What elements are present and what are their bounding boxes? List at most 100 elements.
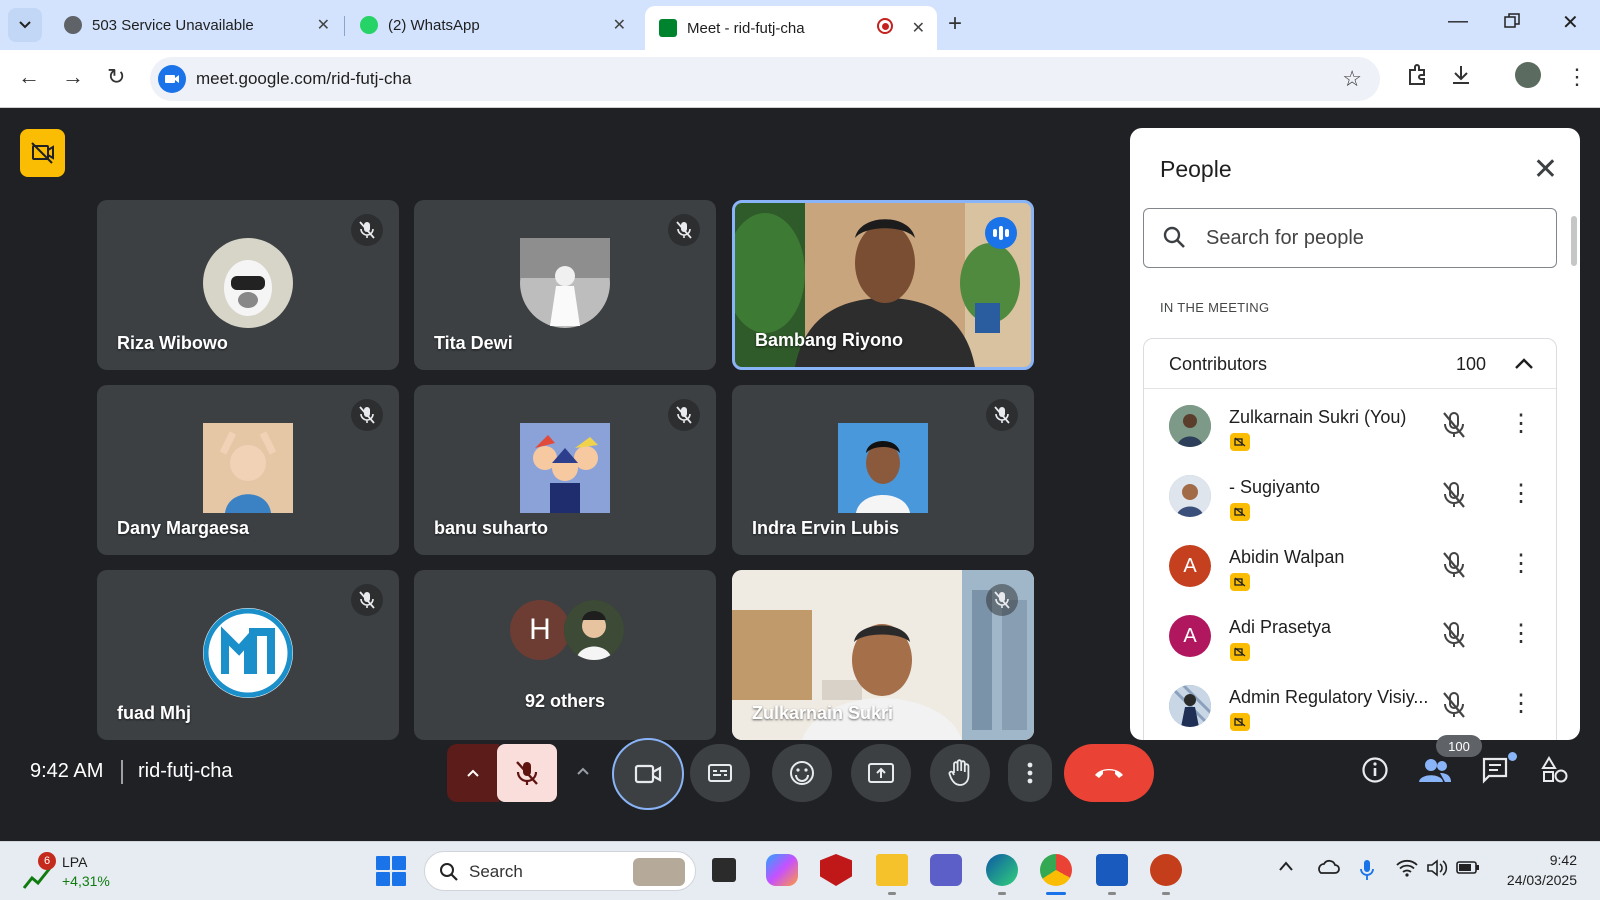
tab-503[interactable]: 503 Service Unavailable ✕ <box>50 8 342 42</box>
edge-icon[interactable] <box>986 854 1018 886</box>
participant-tile[interactable]: fuad Mhj <box>97 570 399 740</box>
more-options-button[interactable] <box>1008 744 1052 802</box>
captions-button[interactable] <box>690 744 750 802</box>
video-options-button[interactable] <box>576 760 590 781</box>
tab-meet[interactable]: Meet - rid-futj-cha ✕ <box>645 6 937 50</box>
taskbar-date[interactable]: 24/03/2025 <box>1497 872 1577 888</box>
omnibox[interactable]: meet.google.com/rid-futj-cha ☆ <box>150 57 1380 101</box>
onedrive-icon[interactable] <box>1316 859 1340 880</box>
download-icon[interactable] <box>1450 64 1472 92</box>
extensions-icon[interactable] <box>1406 64 1428 92</box>
reload-icon[interactable]: ↻ <box>107 64 125 90</box>
muted-mic-icon[interactable] <box>1441 691 1467 724</box>
chrome-icon[interactable] <box>1040 854 1072 886</box>
unmute-button[interactable] <box>497 744 557 802</box>
participant-tile-speaking[interactable]: Bambang Riyono <box>732 200 1034 370</box>
browser-menu-icon[interactable]: ⋮ <box>1566 64 1588 90</box>
close-panel-icon[interactable]: ✕ <box>1533 152 1558 187</box>
leave-call-button[interactable] <box>1064 744 1154 802</box>
person-row[interactable]: - Sugiyanto ⋮ <box>1169 465 1549 535</box>
back-icon[interactable]: ← <box>18 64 40 90</box>
powerpoint-icon[interactable] <box>1150 854 1182 886</box>
reactions-button[interactable] <box>772 744 832 802</box>
muted-mic-icon[interactable] <box>1441 411 1467 444</box>
wifi-icon[interactable] <box>1396 859 1418 882</box>
participant-tile[interactable]: Tita Dewi <box>414 200 716 370</box>
word-icon[interactable] <box>1096 854 1128 886</box>
chevron-up-icon[interactable] <box>1278 859 1294 877</box>
camera-button[interactable] <box>612 738 684 810</box>
participant-tile[interactable]: Zulkarnain Sukri <box>732 570 1034 740</box>
people-search-box[interactable] <box>1143 208 1557 268</box>
chevron-down-icon <box>19 21 31 29</box>
activities-button[interactable] <box>1541 756 1569 789</box>
tab-whatsapp[interactable]: (2) WhatsApp ✕ <box>346 8 638 42</box>
close-icon[interactable]: ✕ <box>912 18 925 38</box>
participant-name: Zulkarnain Sukri <box>752 703 894 723</box>
forward-icon[interactable]: → <box>62 64 84 90</box>
running-indicator <box>888 892 896 895</box>
participant-tile[interactable]: Dany Margaesa <box>97 385 399 555</box>
more-options-icon[interactable]: ⋮ <box>1509 549 1533 578</box>
close-icon[interactable]: ✕ <box>317 15 330 35</box>
participant-name: Indra Ervin Lubis <box>752 518 900 538</box>
others-tile[interactable]: H 92 others <box>414 570 716 740</box>
avatar-initial: A <box>1183 624 1197 647</box>
audio-options-button[interactable] <box>447 744 499 802</box>
avatar <box>1169 405 1211 447</box>
person-row[interactable]: Admin Regulatory Visiy... ⋮ <box>1169 675 1549 740</box>
more-options-icon[interactable]: ⋮ <box>1509 689 1533 718</box>
muted-mic-icon[interactable] <box>1441 621 1467 654</box>
panel-scrollbar[interactable] <box>1571 216 1577 266</box>
taskbar-time[interactable]: 9:42 <box>1497 852 1577 868</box>
participant-tile[interactable]: banu suharto <box>414 385 716 555</box>
more-options-icon[interactable]: ⋮ <box>1509 409 1533 438</box>
search-people-input[interactable] <box>1206 223 1536 253</box>
participant-tile[interactable]: Riza Wibowo <box>97 200 399 370</box>
file-explorer-icon[interactable] <box>876 854 908 886</box>
new-tab-icon[interactable]: + <box>948 10 962 38</box>
more-options-icon[interactable]: ⋮ <box>1509 479 1533 508</box>
person-row[interactable]: A Adi Prasetya ⋮ <box>1169 605 1549 675</box>
bookmark-star-icon[interactable]: ☆ <box>1342 66 1362 92</box>
raise-hand-button[interactable] <box>930 744 990 802</box>
stock-widget[interactable]: 6 LPA +4,31% <box>22 852 122 894</box>
copilot-icon[interactable] <box>766 854 798 886</box>
avatar <box>1169 685 1211 727</box>
task-view-icon[interactable] <box>712 858 736 882</box>
hide-tiles-button[interactable] <box>20 129 65 177</box>
muted-mic-icon[interactable] <box>1441 551 1467 584</box>
muted-mic-icon <box>351 584 383 616</box>
taskbar-search[interactable]: Search <box>424 851 696 891</box>
participant-tile[interactable]: Indra Ervin Lubis <box>732 385 1034 555</box>
profile-avatar[interactable] <box>1515 62 1541 88</box>
person-name: - Sugiyanto <box>1229 477 1321 497</box>
mcafee-icon[interactable] <box>820 854 852 886</box>
hang-up-icon <box>1095 769 1123 778</box>
meeting-details-button[interactable] <box>1361 756 1389 789</box>
more-options-icon[interactable]: ⋮ <box>1509 619 1533 648</box>
person-row[interactable]: A Abidin Walpan ⋮ <box>1169 535 1549 605</box>
muted-mic-icon[interactable] <box>1441 481 1467 514</box>
teams-icon[interactable] <box>930 854 962 886</box>
close-icon[interactable]: ✕ <box>613 15 626 35</box>
volume-icon[interactable] <box>1426 859 1448 882</box>
mic-control <box>447 744 557 802</box>
emoji-icon <box>790 761 814 785</box>
minimize-icon[interactable]: — <box>1448 10 1468 33</box>
people-button[interactable] <box>1418 756 1452 789</box>
site-info-icon[interactable] <box>158 65 186 93</box>
person-row[interactable]: Zulkarnain Sukri (You) ⋮ <box>1169 395 1549 465</box>
group-title: Contributors <box>1169 354 1268 374</box>
restore-icon[interactable] <box>1504 12 1520 35</box>
contributors-header[interactable]: Contributors 100 <box>1144 339 1556 389</box>
chevron-up-icon[interactable] <box>1514 351 1534 377</box>
chat-button[interactable] <box>1481 756 1509 789</box>
tab-search-button[interactable] <box>8 8 42 42</box>
microphone-icon[interactable] <box>1360 859 1374 886</box>
windows-start-icon[interactable] <box>376 856 406 886</box>
present-screen-button[interactable] <box>851 744 911 802</box>
window-close-icon[interactable]: ✕ <box>1562 10 1579 35</box>
tab-separator <box>344 16 345 36</box>
battery-icon[interactable] <box>1456 859 1480 880</box>
